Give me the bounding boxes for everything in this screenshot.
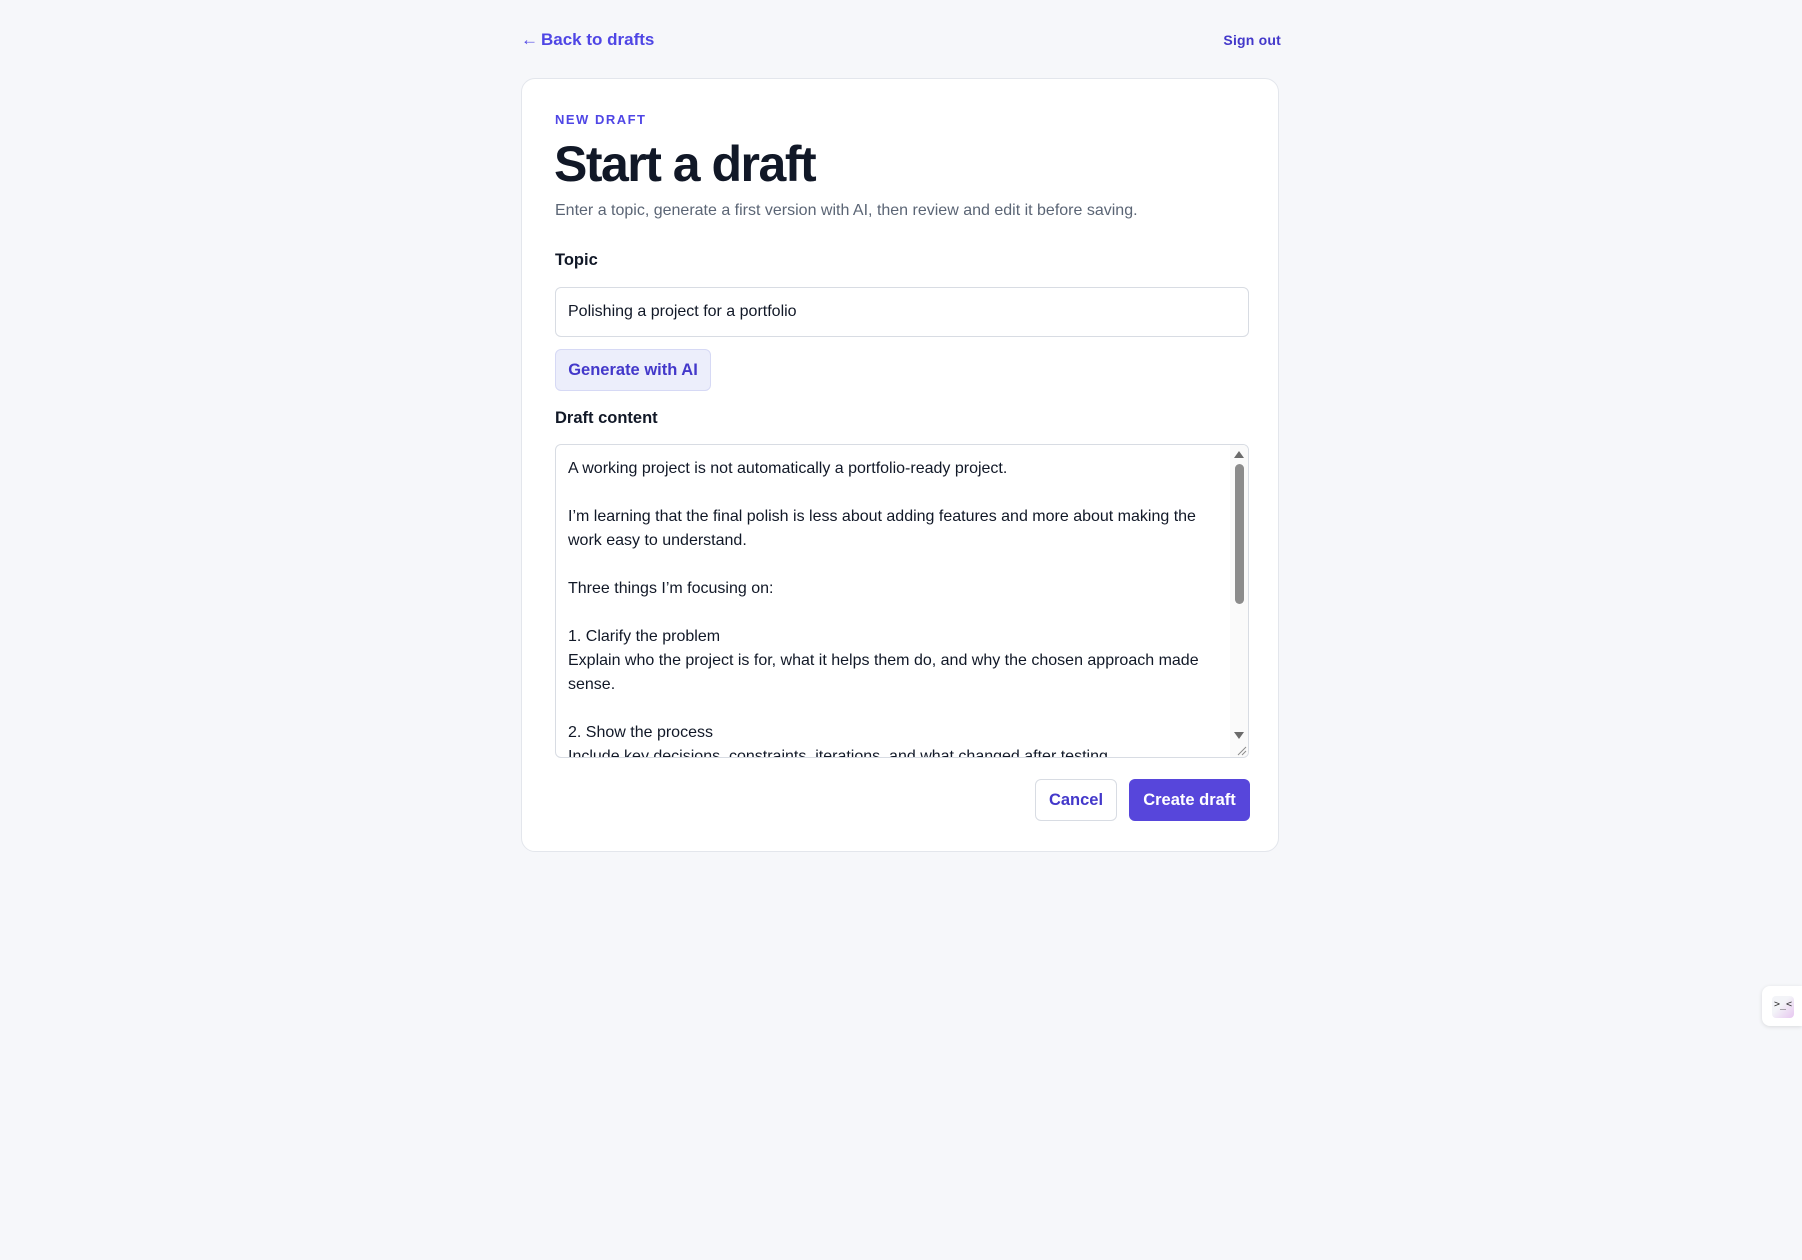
- top-bar: ← Back to drafts Sign out: [521, 28, 1281, 54]
- eyebrow-label: NEW DRAFT: [555, 112, 647, 127]
- page: ← Back to drafts Sign out NEW DRAFT Start…: [0, 0, 1802, 1260]
- scroll-up-arrow-icon[interactable]: [1234, 451, 1244, 458]
- create-draft-button[interactable]: Create draft: [1129, 779, 1250, 821]
- draft-content-label: Draft content: [555, 409, 658, 427]
- new-draft-card: NEW DRAFT Start a draft Enter a topic, g…: [521, 78, 1279, 852]
- helper-face-icon: >_<: [1772, 996, 1794, 1018]
- back-link-label: Back to drafts: [541, 30, 655, 49]
- sign-out-button[interactable]: Sign out: [1223, 32, 1281, 48]
- back-to-drafts-link[interactable]: ← Back to drafts: [521, 30, 654, 50]
- generate-with-ai-button[interactable]: Generate with AI: [555, 349, 711, 391]
- cancel-button[interactable]: Cancel: [1035, 779, 1117, 821]
- draft-content-container: A working project is not automatically a…: [555, 444, 1249, 758]
- topic-input[interactable]: [555, 287, 1249, 337]
- textarea-scrollbar[interactable]: [1230, 445, 1248, 757]
- arrow-left-icon: ←: [521, 30, 538, 49]
- topic-label: Topic: [555, 251, 598, 269]
- scroll-down-arrow-icon[interactable]: [1234, 732, 1244, 739]
- scrollbar-thumb[interactable]: [1235, 464, 1244, 604]
- page-title: Start a draft: [554, 136, 817, 192]
- resize-grip-icon[interactable]: [1235, 744, 1247, 756]
- page-subtitle: Enter a topic, generate a first version …: [555, 202, 1138, 219]
- draft-content-textarea[interactable]: A working project is not automatically a…: [556, 445, 1228, 757]
- floating-helper-widget[interactable]: >_<: [1762, 986, 1802, 1026]
